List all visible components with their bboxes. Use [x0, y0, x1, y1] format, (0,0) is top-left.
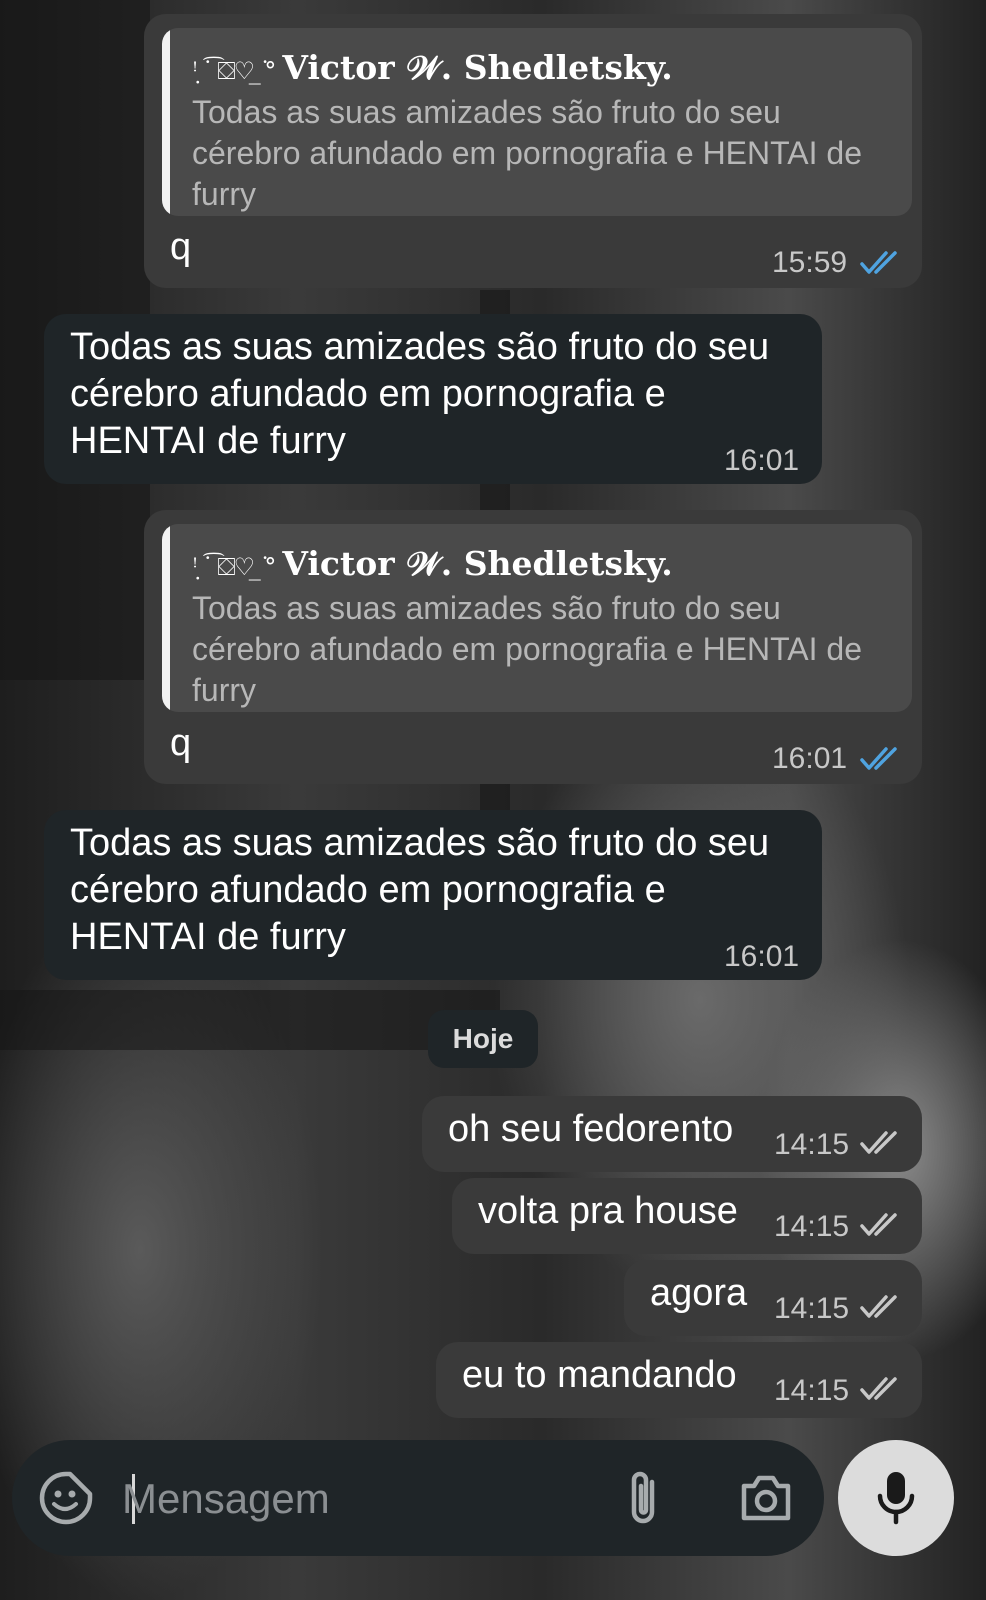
quoted-reply[interactable]: ꜝ ̣˙͡ ⛋♡ ̲ ͘° Victor 𝒲. Shedletsky. Todas… [162, 524, 912, 712]
message-time: 16:01 [724, 444, 800, 477]
message-time: 14:15 [774, 1374, 850, 1407]
outgoing-message-bubble[interactable]: ꜝ ̣˙͡ ⛋♡ ̲ ͘° Victor 𝒲. Shedletsky. Todas… [144, 510, 922, 784]
attach-icon[interactable] [622, 1468, 666, 1530]
delivered-checkmarks-icon [860, 1131, 897, 1154]
message-text: eu to mandando [462, 1354, 737, 1396]
message-text: q [170, 226, 192, 268]
reply-sender-name: ꜝ ̣˙͡ ⛋♡ ̲ ͘° Victor 𝒲. Shedletsky. [192, 544, 673, 583]
outgoing-message-bubble[interactable]: oh seu fedorento 14:15 [422, 1096, 922, 1172]
reply-quoted-text: Todas as suas amizades são fruto do seu … [192, 94, 863, 212]
sender-decoration: ꜝ ̣˙͡ ⛋♡ ̲ ͘° [192, 57, 276, 85]
camera-icon[interactable] [738, 1472, 794, 1524]
sender-decoration: ꜝ ̣˙͡ ⛋♡ ̲ ͘° [192, 553, 276, 581]
message-input[interactable] [120, 1468, 604, 1530]
sticker-icon[interactable] [38, 1470, 94, 1526]
voice-record-button[interactable] [838, 1440, 954, 1556]
message-time: 14:15 [774, 1210, 850, 1243]
quote-bar [162, 28, 170, 216]
outgoing-message-bubble[interactable]: ꜝ ̣˙͡ ⛋♡ ̲ ͘° Victor 𝒲. Shedletsky. Todas… [144, 14, 922, 288]
reply-sender-name: ꜝ ̣˙͡ ⛋♡ ̲ ͘° Victor 𝒲. Shedletsky. [192, 48, 673, 87]
outgoing-message-bubble[interactable]: volta pra house 14:15 [452, 1178, 922, 1254]
reply-quoted-text: Todas as suas amizades são fruto do seu … [192, 590, 863, 708]
message-text: q [170, 722, 192, 764]
outgoing-message-bubble[interactable]: agora 14:15 [624, 1260, 922, 1336]
quoted-reply[interactable]: ꜝ ̣˙͡ ⛋♡ ̲ ͘° Victor 𝒲. Shedletsky. Todas… [162, 28, 912, 216]
message-time: 14:15 [774, 1292, 850, 1325]
delivered-checkmarks-icon [860, 1213, 897, 1236]
outgoing-message-bubble[interactable]: eu to mandando 14:15 [436, 1342, 922, 1418]
message-text: agora [650, 1272, 748, 1314]
message-text: Todas as suas amizades são fruto do seu … [70, 822, 770, 958]
message-composer [12, 1440, 824, 1556]
message-text: oh seu fedorento [448, 1108, 734, 1150]
message-text: volta pra house [478, 1190, 738, 1232]
incoming-message-bubble[interactable]: Todas as suas amizades são fruto do seu … [44, 314, 822, 484]
delivered-checkmarks-icon [860, 1295, 897, 1318]
message-time: 16:01 [772, 742, 848, 775]
message-time: 15:59 [772, 246, 848, 279]
read-checkmarks-icon [860, 747, 897, 770]
read-checkmarks-icon [860, 251, 897, 274]
message-time: 16:01 [724, 940, 800, 973]
message-text: Todas as suas amizades são fruto do seu … [70, 326, 770, 462]
date-separator: Hoje [428, 1010, 538, 1068]
delivered-checkmarks-icon [860, 1377, 897, 1400]
quote-bar [162, 524, 170, 712]
message-time: 14:15 [774, 1128, 850, 1161]
mic-icon [877, 1472, 915, 1525]
incoming-message-bubble[interactable]: Todas as suas amizades são fruto do seu … [44, 810, 822, 980]
